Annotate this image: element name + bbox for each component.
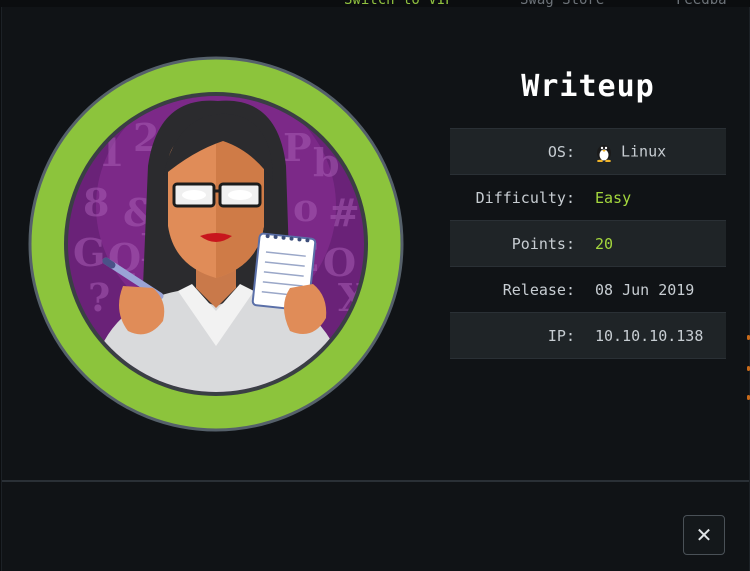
os-label: OS: xyxy=(450,128,595,175)
info-row-os: OS: Linux xyxy=(450,128,726,175)
info-row-ip: IP: 10.10.10.138 xyxy=(450,312,726,359)
points-label: Points: xyxy=(450,220,595,267)
avatar-glyph: # xyxy=(328,190,360,235)
avatar-glyph: P xyxy=(283,125,312,170)
machine-info-table: OS: Linux Difficulty: Easy Points: 20 Re… xyxy=(450,128,726,359)
avatar-glyph: 8 xyxy=(83,180,109,225)
machine-name-title: Writeup xyxy=(521,69,655,104)
machine-avatar: 1 2 8 & P b G Q R o # z E O X ? xyxy=(28,56,404,432)
modal-footer-divider xyxy=(2,480,749,482)
os-value-text: Linux xyxy=(621,142,667,160)
machine-info-modal: 1 2 8 & P b G Q R o # z E O X ? xyxy=(1,7,750,571)
ip-value: 10.10.10.138 xyxy=(595,312,726,359)
points-value: 20 xyxy=(595,220,726,267)
difficulty-value: Easy xyxy=(595,188,632,207)
difficulty-label: Difficulty: xyxy=(475,188,575,207)
close-button[interactable]: ✕ xyxy=(683,515,725,555)
avatar-glyph: ? xyxy=(88,275,110,320)
info-row-difficulty: Difficulty: Easy xyxy=(450,175,726,221)
avatar-glyph: G xyxy=(73,230,105,275)
ip-label: IP: xyxy=(450,312,595,359)
info-row-release: Release: 08 Jun 2019 xyxy=(450,267,726,313)
os-value: Linux xyxy=(595,128,726,175)
tux-icon xyxy=(597,144,611,162)
release-label: Release: xyxy=(502,280,575,299)
release-value: 08 Jun 2019 xyxy=(595,280,695,299)
avatar-glyph: o xyxy=(293,185,318,230)
info-row-points: Points: 20 xyxy=(450,220,726,267)
